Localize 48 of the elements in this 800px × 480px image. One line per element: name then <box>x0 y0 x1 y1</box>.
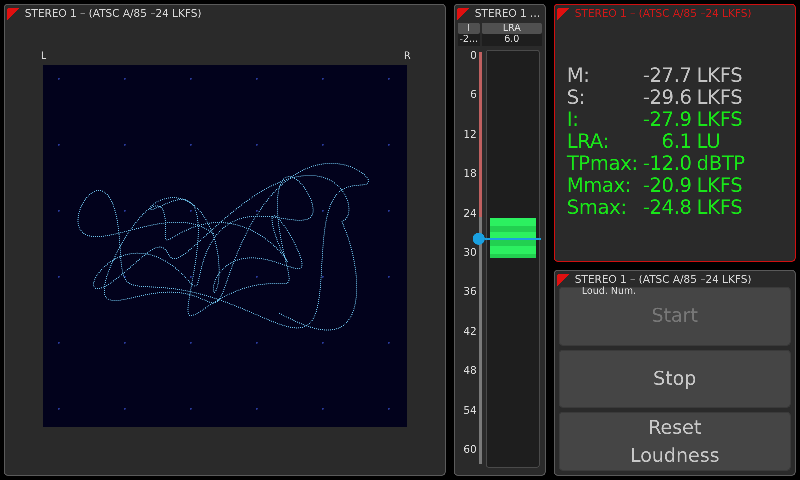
reading-label: S: <box>567 87 586 109</box>
control-button[interactable]: Reset Loudness <box>559 412 791 472</box>
control-button[interactable]: Stop <box>559 350 791 408</box>
reading-label: TPmax: <box>567 153 638 175</box>
scale-label: 12 <box>464 128 477 142</box>
scale-label: 30 <box>464 246 477 260</box>
reading-value: -20.9 <box>642 175 692 197</box>
reading-unit: LKFS <box>696 175 744 197</box>
reading-label: Mmax: <box>567 175 632 197</box>
reading-unit: LU <box>696 131 722 153</box>
scale-label: 60 <box>464 443 477 457</box>
reading-value: -29.6 <box>642 87 692 109</box>
meter-value: -2... <box>458 34 480 46</box>
caption-label: Loud. Num. <box>582 287 638 297</box>
reading-value: 6.1 <box>660 131 692 153</box>
meter-tab[interactable]: I <box>458 23 480 34</box>
reading-value: -12.0 <box>642 153 692 175</box>
corner-flag-icon <box>557 274 570 286</box>
meter-tab[interactable]: LRA <box>482 23 542 34</box>
scale-label: 0 <box>470 49 477 63</box>
panel-title: STEREO 1 – (ATSC A/85 –24 LKFS) <box>25 8 202 20</box>
scale-label: 24 <box>464 206 477 221</box>
scale-label: 18 <box>464 167 477 182</box>
meter-value: 6.0 <box>482 34 542 46</box>
corner-flag-icon <box>457 8 470 20</box>
reading-unit: LKFS <box>696 197 744 219</box>
reading-value: -27.7 <box>642 65 692 87</box>
scale-label: 48 <box>464 364 477 378</box>
reading-label: Smax: <box>567 197 628 219</box>
panel-title: STEREO 1 ... <box>475 8 540 20</box>
reading-unit: LKFS <box>696 109 744 131</box>
reading-unit: LKFS <box>696 87 744 109</box>
reading-label: I: <box>567 109 580 131</box>
scale-label: 6 <box>470 88 477 102</box>
channel-label: L <box>41 50 47 64</box>
panel-title: STEREO 1 – (ATSC A/85 –24 LKFS) <box>575 274 752 286</box>
reading-label: M: <box>567 65 591 87</box>
reading-unit: LKFS <box>696 65 744 87</box>
panel-title: STEREO 1 – (ATSC A/85 –24 LKFS) <box>575 8 752 20</box>
scale-label: 36 <box>464 285 477 300</box>
channel-label: R <box>404 50 411 64</box>
reading-label: LRA: <box>567 131 610 153</box>
reading-unit: dBTP <box>696 153 746 175</box>
scale-label: 42 <box>464 324 477 339</box>
scale-label: 54 <box>464 404 477 418</box>
reading-value: -27.9 <box>642 109 692 131</box>
level-indicator[interactable] <box>473 233 541 246</box>
reading-value: -24.8 <box>642 197 692 219</box>
